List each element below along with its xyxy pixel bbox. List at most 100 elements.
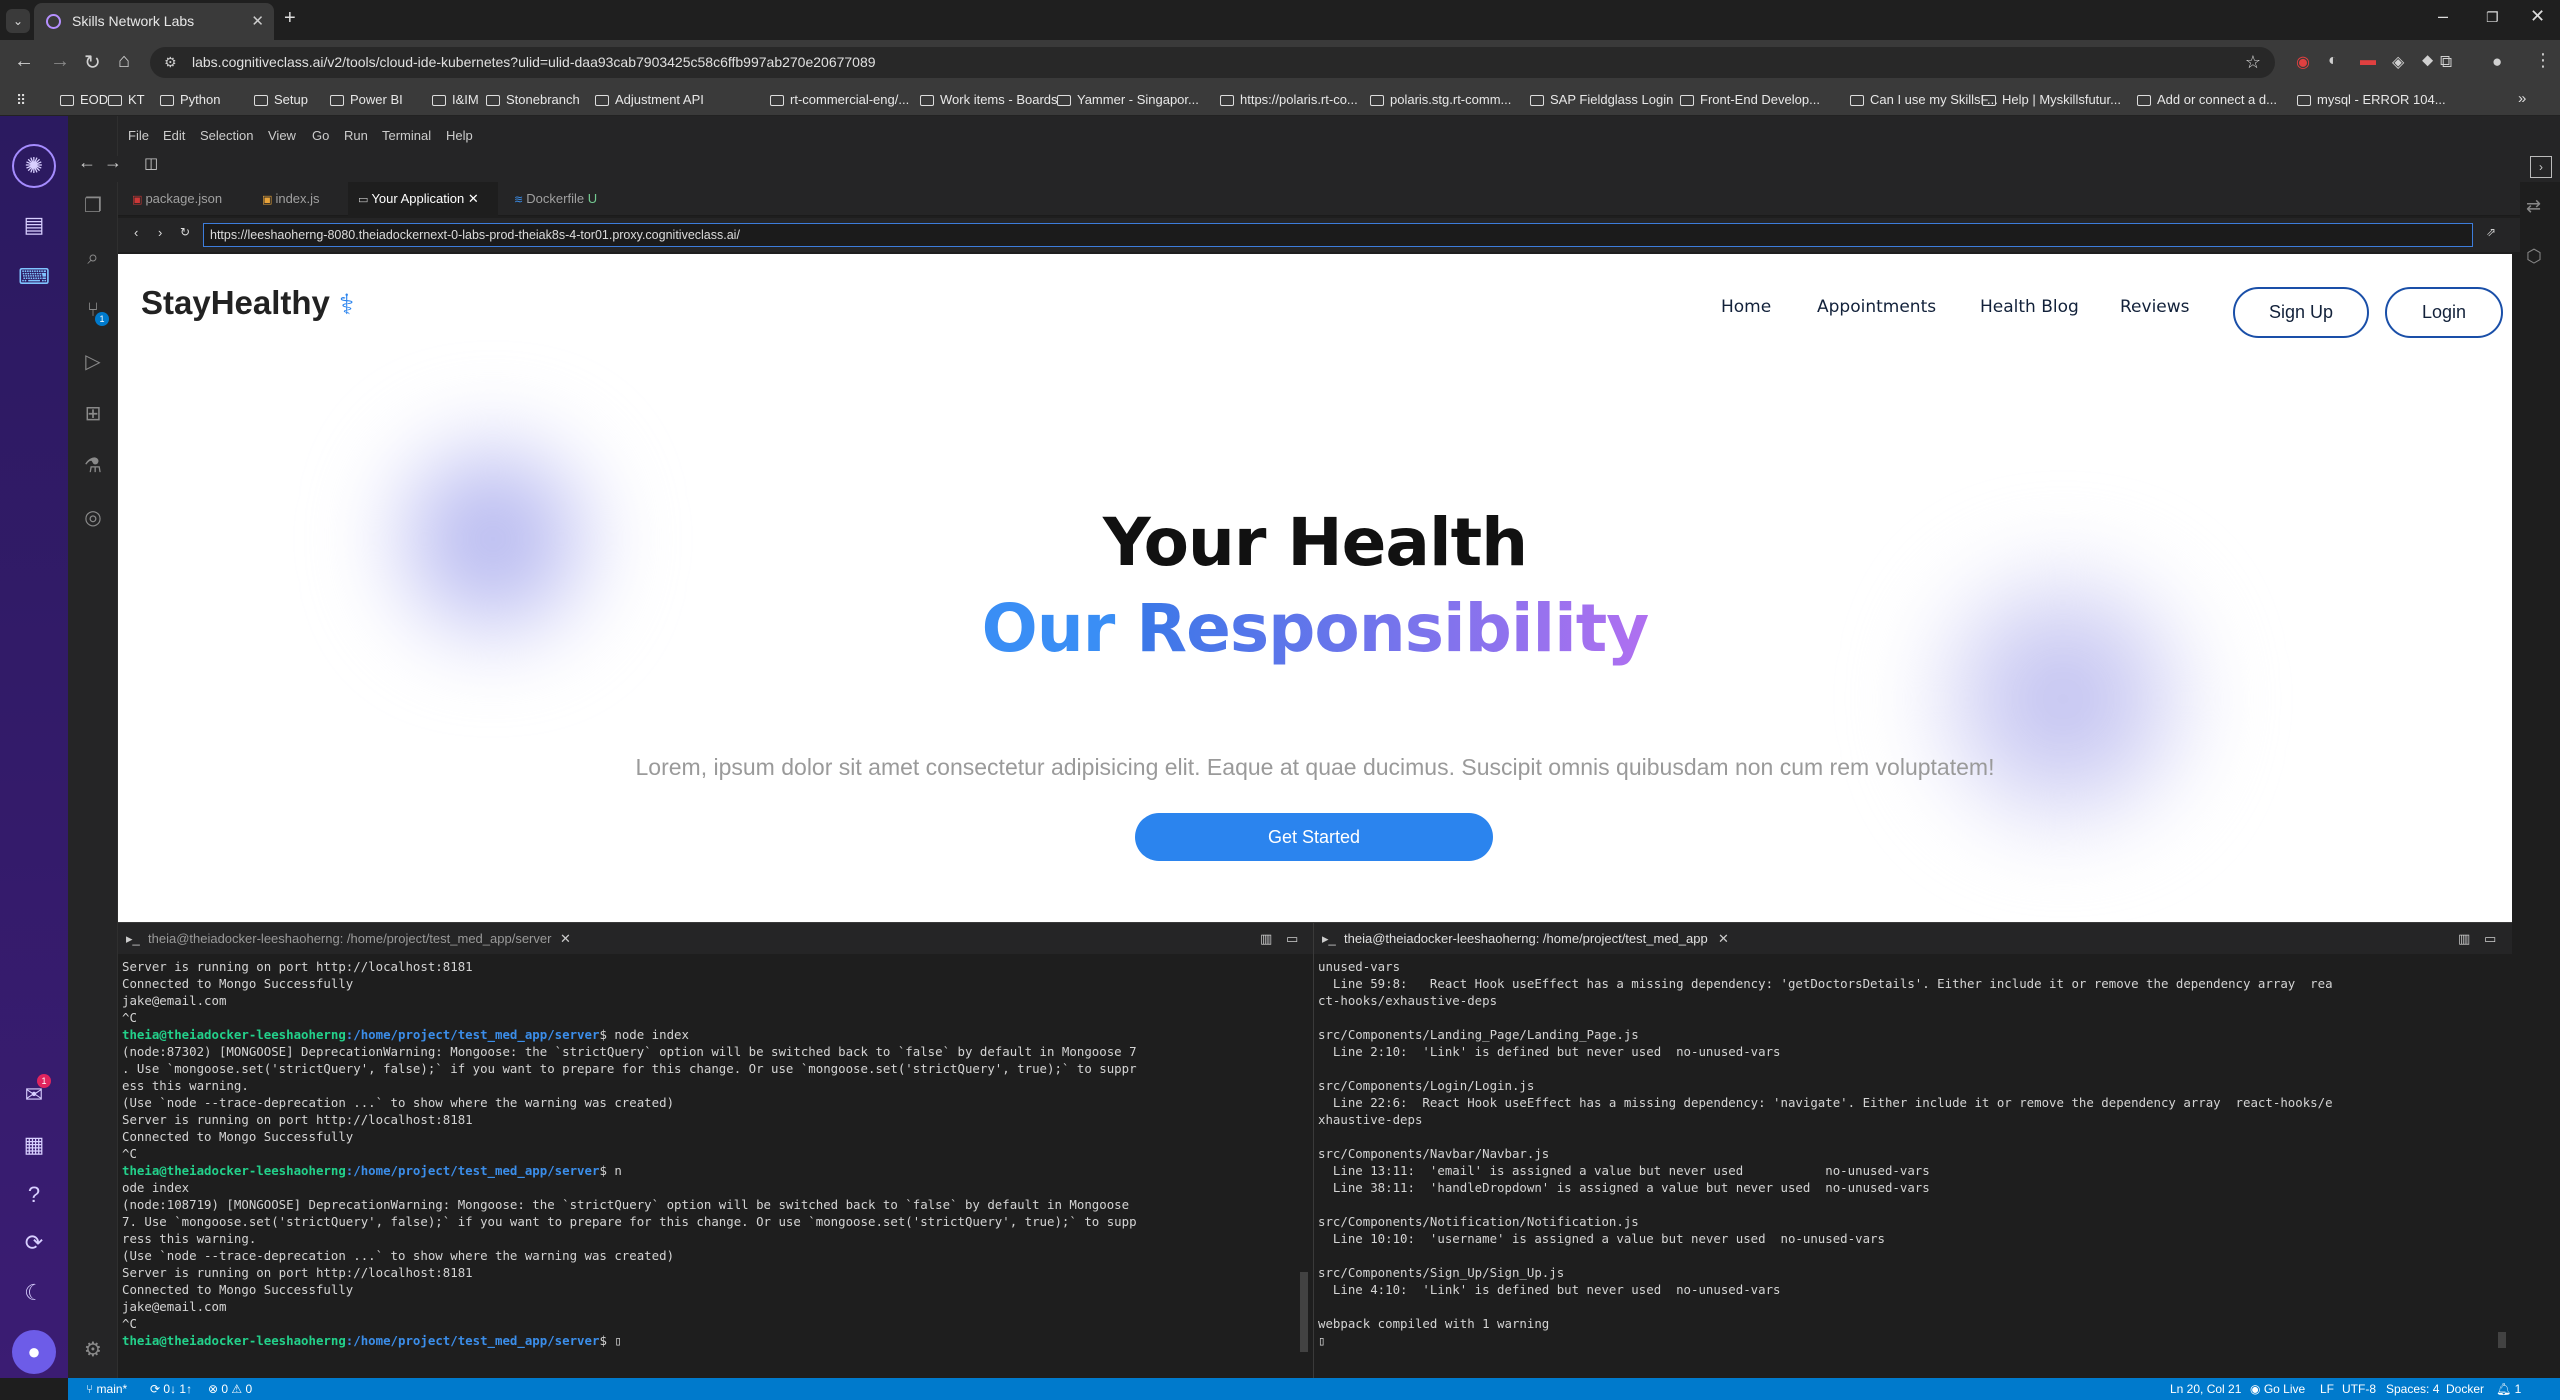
login-button[interactable]: Login — [2385, 287, 2503, 338]
skills-network-logo-icon[interactable]: ✺ — [12, 144, 56, 188]
menu-help[interactable]: Help — [446, 128, 473, 143]
close-tab-icon[interactable]: ✕ — [251, 3, 264, 40]
profile-icon[interactable]: ● — [2492, 52, 2502, 72]
menu-selection[interactable]: Selection — [200, 128, 253, 143]
explorer-icon[interactable]: ❐ — [77, 190, 109, 222]
git-branch[interactable]: ⑂ main* — [86, 1378, 127, 1400]
new-tab-icon[interactable]: + — [284, 7, 296, 30]
menu-file[interactable]: File — [128, 128, 149, 143]
encoding-status[interactable]: UTF-8 — [2342, 1378, 2376, 1400]
bookmark-item[interactable]: mysql - ERROR 104... — [2297, 84, 2446, 116]
terminal-scrollbar[interactable] — [1300, 1272, 1308, 1352]
language-mode[interactable]: Docker — [2446, 1378, 2484, 1400]
extensions-puzzle-icon[interactable]: ⧉ — [2440, 52, 2452, 72]
bookmark-item[interactable]: Adjustment API — [595, 84, 704, 116]
skills-toolbox-icon[interactable]: ◎ — [77, 502, 109, 534]
bookmark-item[interactable]: rt-commercial-eng/... — [770, 84, 909, 116]
minimize-icon[interactable]: – — [2438, 6, 2448, 27]
bookmark-item[interactable]: EOD — [60, 84, 108, 116]
preview-back-icon[interactable]: ‹ — [134, 225, 138, 240]
tab-your-application[interactable]: ▭ Your Application ✕ — [348, 182, 498, 216]
extensions-icon[interactable]: ⊞ — [77, 398, 109, 430]
browser-tab[interactable]: Skills Network Labs ✕ — [34, 3, 274, 40]
extension-icon-2[interactable]: ◐ — [2328, 52, 2338, 70]
bookmark-item[interactable]: Add or connect a d... — [2137, 84, 2277, 116]
go-live-button[interactable]: ◉ Go Live — [2250, 1378, 2305, 1400]
mail-icon[interactable]: ✉ 1 — [17, 1074, 51, 1112]
close-terminal-icon[interactable]: ✕ — [560, 923, 571, 955]
toggle-bottom-panel-icon[interactable]: › — [2530, 156, 2552, 178]
preview-forward-icon[interactable]: › — [158, 225, 162, 240]
document-icon[interactable]: ▦ — [17, 1128, 51, 1162]
dark-mode-icon[interactable]: ☾ — [17, 1276, 51, 1310]
extension-icon-1[interactable]: ◉ — [2296, 52, 2310, 72]
more-bookmarks-icon[interactable]: » — [2518, 90, 2526, 107]
cursor-position[interactable]: Ln 20, Col 21 — [2170, 1378, 2241, 1400]
instructions-icon[interactable]: ▤ — [17, 208, 51, 242]
bookmark-item[interactable]: Power BI — [330, 84, 403, 116]
eol-status[interactable]: LF — [2320, 1378, 2334, 1400]
bookmark-item[interactable]: polaris.stg.rt-comm... — [1370, 84, 1511, 116]
back-icon[interactable]: ← — [14, 50, 34, 73]
ide-forward-icon[interactable]: → — [104, 152, 122, 173]
cloud-icon[interactable]: ⬡ — [2526, 246, 2542, 267]
bookmark-star-icon[interactable]: ☆ — [2245, 47, 2261, 78]
nav-health-blog[interactable]: Health Blog — [1980, 297, 2079, 317]
source-control-icon[interactable]: ⑂ 1 — [77, 294, 109, 326]
terminal-left[interactable]: ▸_ theia@theiadocker-leeshaoherng: /home… — [118, 922, 1314, 1378]
toggle-sidebar-icon[interactable]: ◫ — [144, 154, 158, 172]
home-icon[interactable]: ⌂ — [118, 50, 130, 73]
tab-dockerfile[interactable]: ≋ Dockerfile U — [504, 182, 607, 216]
apps-grid-icon[interactable]: ⠿ — [16, 92, 26, 109]
forward-icon[interactable]: → — [50, 50, 70, 73]
extension-icon-5[interactable]: ⬥ — [2422, 52, 2433, 70]
sign-up-button[interactable]: Sign Up — [2233, 287, 2369, 338]
cloud-ide-icon[interactable]: ⌨ — [17, 260, 51, 294]
terminal-scrollbar[interactable] — [2498, 1332, 2506, 1348]
nav-reviews[interactable]: Reviews — [2120, 297, 2190, 317]
nav-home[interactable]: Home — [1721, 297, 1771, 317]
preview-reload-icon[interactable]: ↻ — [180, 225, 190, 239]
help-icon[interactable]: ? — [17, 1178, 51, 1212]
bookmark-item[interactable]: Yammer - Singapor... — [1057, 84, 1199, 116]
get-started-button[interactable]: Get Started — [1135, 813, 1493, 861]
tab-search-icon[interactable]: ⌄ — [6, 9, 30, 33]
sync-status[interactable]: ⟳ 0↓ 1↑ — [150, 1378, 192, 1400]
problems-status[interactable]: ⊗ 0 ⚠ 0 — [208, 1378, 252, 1400]
ide-back-icon[interactable]: ← — [78, 152, 96, 173]
close-terminal-icon[interactable]: ✕ — [1718, 923, 1729, 955]
menu-view[interactable]: View — [268, 128, 296, 143]
secondary-sidebar-icon[interactable]: ⇄ — [2526, 196, 2541, 217]
bookmark-item[interactable]: Stonebranch — [486, 84, 580, 116]
menu-run[interactable]: Run — [344, 128, 368, 143]
indent-status[interactable]: Spaces: 4 — [2386, 1378, 2439, 1400]
bookmark-item[interactable]: Python — [160, 84, 220, 116]
bookmark-item[interactable]: Setup — [254, 84, 308, 116]
test-flask-icon[interactable]: ⚗ — [77, 450, 109, 482]
brand-logo[interactable]: StayHealthy ⚕ — [141, 284, 354, 322]
user-avatar-icon[interactable]: ● — [12, 1330, 56, 1374]
site-info-icon[interactable]: ⚙ — [164, 47, 177, 78]
restore-icon[interactable]: ❐ — [2486, 9, 2499, 26]
extension-icon-4[interactable]: ◈ — [2392, 52, 2404, 72]
bookmark-item[interactable]: I&IM — [432, 84, 479, 116]
split-terminal-icon[interactable]: ▥ — [2458, 923, 2470, 955]
run-debug-icon[interactable]: ▷ — [77, 346, 109, 378]
nav-appointments[interactable]: Appointments — [1817, 297, 1936, 317]
menu-terminal[interactable]: Terminal — [382, 128, 431, 143]
address-bar[interactable]: ⚙ labs.cognitiveclass.ai/v2/tools/cloud-… — [150, 47, 2275, 78]
maximize-terminal-icon[interactable]: ▭ — [1286, 923, 1298, 955]
extension-icon-3[interactable]: ▬ — [2360, 52, 2376, 70]
bookmark-item[interactable]: Can I use my SkillsF... — [1850, 84, 1998, 116]
maximize-terminal-icon[interactable]: ▭ — [2484, 923, 2496, 955]
bookmark-item[interactable]: Help | Myskillsfutur... — [1982, 84, 2121, 116]
settings-gear-icon[interactable]: ⚙ — [77, 1334, 109, 1366]
split-terminal-icon[interactable]: ▥ — [1260, 923, 1272, 955]
close-window-icon[interactable]: ✕ — [2530, 6, 2545, 27]
reload-icon[interactable]: ↻ — [84, 50, 101, 75]
bookmark-item[interactable]: KT — [108, 84, 145, 116]
close-tab-icon[interactable]: ✕ — [468, 191, 479, 206]
menu-go[interactable]: Go — [312, 128, 329, 143]
preview-url-input[interactable]: https://leeshaoherng-8080.theiadockernex… — [203, 223, 2473, 247]
bookmark-item[interactable]: Front-End Develop... — [1680, 84, 1820, 116]
